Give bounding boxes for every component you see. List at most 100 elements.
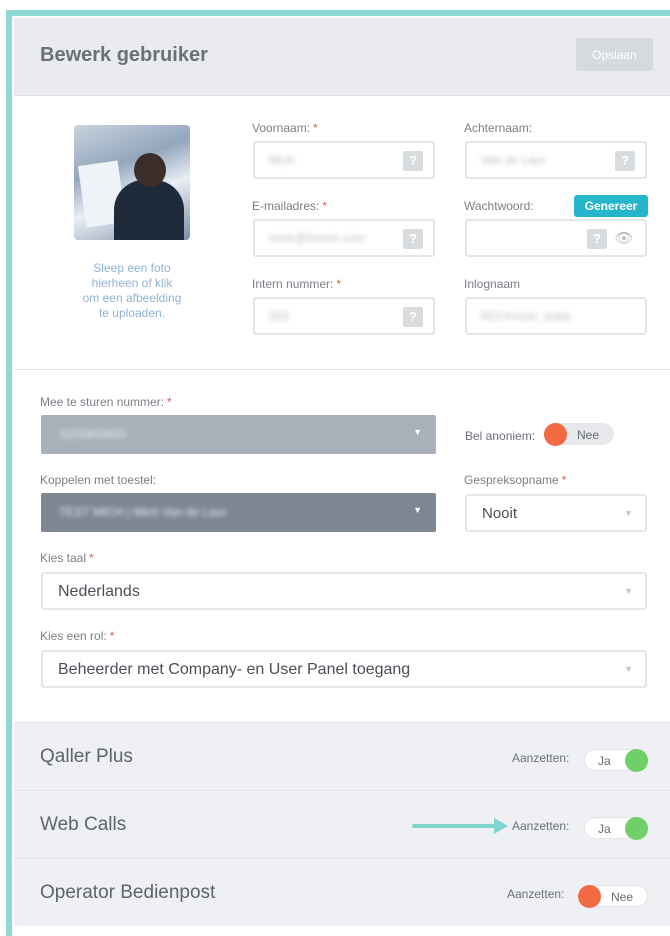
mee-nummer-value: 3225805850	[59, 427, 126, 441]
achternaam-label-text: Achternaam:	[464, 121, 533, 135]
toggle-state-text: Nee	[611, 890, 634, 904]
wachtwoord-label: Wachtwoord:	[464, 199, 534, 213]
voornaam-label: Voornaam: *	[252, 121, 318, 135]
password-field[interactable]: ? 👁	[465, 219, 647, 257]
qaller-plus-toggle[interactable]: Ja	[584, 749, 648, 772]
page-title: Bewerk gebruiker	[40, 44, 208, 66]
app-frame: Bewerk gebruiker Opslaan Sleep een foto …	[0, 0, 670, 936]
email-label-text: E-mailadres:	[252, 199, 320, 213]
achternaam-field[interactable]: Van de Laur ?	[465, 141, 647, 179]
edit-user-panel: Bewerk gebruiker Opslaan Sleep een foto …	[14, 18, 670, 936]
taal-value: Nederlands	[58, 583, 140, 600]
avatar-upload[interactable]	[74, 125, 190, 240]
mee-nummer-label: Mee te sturen nummer: *	[40, 395, 172, 409]
toggle-knob	[625, 817, 648, 840]
web-calls-toggle[interactable]: Ja	[584, 817, 648, 840]
inlognaam-label: Inlognaam	[464, 277, 520, 291]
voornaam-value: Mich	[269, 153, 295, 167]
operator-bedienpost-toggle[interactable]: Nee	[578, 885, 648, 908]
intern-nummer-field[interactable]: 553 ?	[253, 297, 435, 335]
section-divider	[14, 369, 670, 370]
toggle-state-text: Nee	[577, 428, 600, 442]
achternaam-value: Van de Laur	[481, 153, 546, 167]
section-title: Operator Bedienpost	[40, 882, 216, 903]
annotation-arrow-icon	[494, 818, 508, 834]
panel-header: Bewerk gebruiker Opslaan	[14, 18, 670, 96]
section-toggle-label: Aanzetten:	[512, 819, 570, 833]
help-icon[interactable]: ?	[587, 229, 607, 249]
generate-password-button[interactable]: Genereer	[574, 195, 648, 217]
voornaam-label-text: Voornaam:	[252, 121, 311, 135]
section-title: Web Calls	[40, 814, 127, 835]
help-icon[interactable]: ?	[403, 151, 423, 171]
required-marker: *	[336, 277, 342, 291]
chevron-down-icon: ▼	[624, 664, 633, 674]
section-web-calls: Web Calls Aanzetten: Ja	[14, 790, 670, 858]
frame-accent-top	[6, 10, 670, 16]
email-field[interactable]: mich@fonzer.com ?	[253, 219, 435, 257]
annotation-arrow-line	[412, 824, 496, 828]
bel-anoniem-toggle[interactable]: Nee	[544, 423, 614, 446]
wachtwoord-label-text: Wachtwoord:	[464, 199, 534, 213]
inlognaam-value: 553.fonzer_bvba	[481, 309, 571, 323]
email-value: mich@fonzer.com	[269, 231, 366, 245]
help-icon[interactable]: ?	[403, 307, 423, 327]
section-qaller-plus: Qaller Plus Aanzetten: Ja	[14, 722, 670, 790]
rol-label: Kies een rol: *	[40, 629, 114, 643]
voornaam-field[interactable]: Mich ?	[253, 141, 435, 179]
koppelen-label-text: Koppelen met toestel:	[40, 473, 157, 487]
rol-select[interactable]: Beheerder met Company- en User Panel toe…	[41, 650, 647, 688]
required-marker: *	[313, 121, 318, 135]
rol-label-text: Kies een rol:	[40, 629, 107, 643]
inlognaam-label-text: Inlognaam	[464, 277, 521, 291]
chevron-down-icon: ▼	[413, 505, 422, 515]
required-marker: *	[322, 199, 328, 213]
section-toggle-label: Aanzetten:	[507, 887, 565, 901]
avatar-photo-detail	[134, 153, 166, 187]
eye-icon[interactable]: 👁	[613, 229, 635, 249]
mee-nummer-select[interactable]: 3225805850 ▼	[41, 415, 436, 454]
taal-label: Kies taal *	[40, 551, 94, 565]
toggle-knob	[544, 423, 567, 446]
section-toggle-label: Aanzetten:	[512, 751, 570, 765]
taal-label-text: Kies taal	[40, 551, 87, 565]
required-marker: *	[109, 629, 115, 643]
avatar-photo-detail	[114, 180, 184, 240]
koppelen-select[interactable]: TEST MICH | Mich Van de Laur ▼	[41, 493, 436, 532]
chevron-down-icon: ▼	[624, 586, 633, 596]
gespreksopname-select[interactable]: Nooit ▼	[465, 494, 647, 532]
section-title: Qaller Plus	[40, 746, 133, 767]
gespreksopname-label-text: Gespreksopname	[464, 473, 559, 487]
toggle-knob	[578, 885, 601, 908]
toggle-state-text: Ja	[598, 822, 611, 836]
required-marker: *	[89, 551, 94, 565]
taal-select[interactable]: Nederlands ▼	[41, 572, 647, 610]
rol-value: Beheerder met Company- en User Panel toe…	[58, 661, 411, 678]
required-marker: *	[561, 473, 567, 487]
inlognaam-field[interactable]: 553.fonzer_bvba	[465, 297, 647, 335]
mee-nummer-label-text: Mee te sturen nummer:	[40, 395, 165, 409]
avatar-hint-line: om een afbeelding	[82, 291, 182, 305]
koppelen-value: TEST MICH | Mich Van de Laur	[59, 505, 227, 519]
toggle-state-text: Ja	[598, 754, 611, 768]
email-label: E-mailadres: *	[252, 199, 327, 213]
gespreksopname-label: Gespreksopname *	[464, 473, 566, 487]
frame-accent-left	[6, 10, 12, 936]
intern-nummer-label-text: Intern nummer:	[252, 277, 334, 291]
intern-nummer-label: Intern nummer: *	[252, 277, 341, 291]
help-icon[interactable]: ?	[403, 229, 423, 249]
avatar-hint-line: Sleep een foto	[93, 261, 171, 275]
help-icon[interactable]: ?	[615, 151, 635, 171]
required-marker: *	[167, 395, 172, 409]
intern-nummer-value: 553	[269, 309, 290, 323]
chevron-down-icon: ▼	[624, 508, 633, 518]
avatar-upload-hint[interactable]: Sleep een foto hierheen of klik om een a…	[70, 261, 194, 321]
bel-anoniem-label: Bel anoniem:	[465, 429, 536, 443]
save-button[interactable]: Opslaan	[576, 38, 653, 71]
avatar-hint-line: hierheen of klik	[91, 276, 173, 290]
avatar-hint-line: te uploaden.	[98, 306, 166, 320]
chevron-down-icon: ▼	[413, 427, 422, 437]
achternaam-label: Achternaam:	[464, 121, 532, 135]
koppelen-label: Koppelen met toestel:	[40, 473, 156, 487]
toggle-knob	[625, 749, 648, 772]
